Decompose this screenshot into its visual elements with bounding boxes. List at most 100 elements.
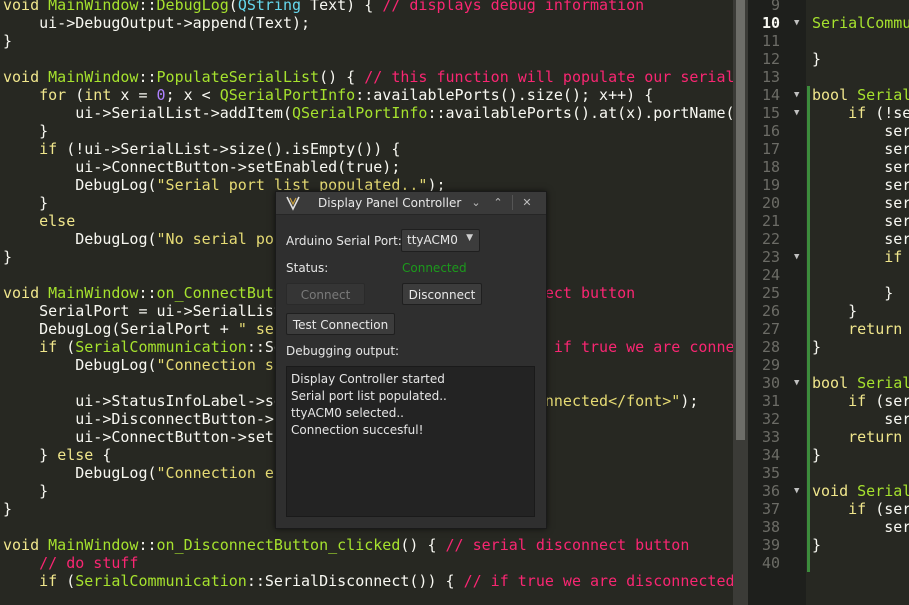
code-line: return false <box>812 428 909 446</box>
code-token: serial <box>884 518 909 536</box>
code-token: } <box>812 50 822 68</box>
code-token: DebugLog( <box>3 230 157 248</box>
code-token: DebugLog( <box>3 356 157 374</box>
code-token: SerialCommunication <box>857 374 909 392</box>
code-line: } <box>3 32 733 50</box>
line-number: 10 <box>761 14 780 32</box>
code-token: :: <box>138 0 157 14</box>
code-line: } <box>812 302 909 320</box>
code-editor-right[interactable]: 9 10 ▼ 11 12 13 14 ▼ 15 ▼ 16 17 18 19 20 21 22 23 ▼ 24 25 26 2… <box>748 0 909 605</box>
code-token: serial <box>884 122 909 140</box>
chevron-down-icon[interactable]: ⌄ <box>468 195 484 210</box>
code-token: if <box>3 140 67 158</box>
code-line: } <box>812 338 909 356</box>
code-line: serial <box>812 230 909 248</box>
code-token: on_DisconnectButton_clicked <box>156 536 401 554</box>
code-line: void MainWindow::PopulateSerialList() { … <box>3 68 733 86</box>
serial-port-label: Arduino Serial Port: <box>286 234 402 248</box>
code-token: } <box>812 446 822 464</box>
code-token: SerialCommunication <box>75 338 247 356</box>
code-token: ( <box>66 572 76 590</box>
fold-arrow-icon[interactable]: ▼ <box>794 104 804 122</box>
debug-line: Connection succesful! <box>291 423 424 437</box>
code-token: MainWindow <box>48 284 139 302</box>
code-line: } <box>812 446 909 464</box>
line-number: 26 <box>761 302 780 320</box>
line-number: 11 <box>761 32 780 50</box>
code-token: :: <box>138 68 157 86</box>
code-line: serial <box>812 410 909 428</box>
code-token: if <box>812 104 876 122</box>
code-token: DebugLog( <box>3 464 157 482</box>
line-number: 39 <box>761 536 780 554</box>
debug-output-textarea[interactable]: Display Controller started Serial port li… <box>286 366 535 517</box>
code-token: if <box>3 572 67 590</box>
window-title: Display Panel Controller <box>318 196 462 210</box>
line-number: 29 <box>761 356 780 374</box>
editor-scrollbar[interactable] <box>733 0 748 605</box>
code-token: else <box>57 446 94 464</box>
code-token: ; x < <box>165 86 220 104</box>
code-token: void <box>812 482 858 500</box>
line-number: 21 <box>761 212 780 230</box>
code-token: return <box>812 428 909 446</box>
code-token: ui->SerialList->addItem( <box>3 104 292 122</box>
code-token: // do stuff <box>3 554 139 572</box>
code-token: MainWindow <box>48 536 139 554</box>
code-token: serial <box>884 176 909 194</box>
code-line: if ( <box>812 248 909 266</box>
code-token: (serial <box>875 392 909 410</box>
line-number: 38 <box>761 518 780 536</box>
debug-line: Display Controller started <box>291 372 445 386</box>
code-token: () { <box>319 68 365 86</box>
code-token: :: <box>138 284 157 302</box>
scrollbar-thumb[interactable] <box>736 0 745 440</box>
code-line: } <box>812 50 909 68</box>
fold-arrow-icon[interactable]: ▼ <box>794 248 804 266</box>
code-line: for (int x = 0; x < QSerialPortInfo::ava… <box>3 86 733 104</box>
code-token: } <box>812 302 858 320</box>
code-token: ( <box>75 86 85 104</box>
code-token: // displays debug information <box>382 0 645 14</box>
line-number: 30 <box>761 374 780 392</box>
code-token: (!serial <box>875 104 909 122</box>
connect-button[interactable]: Connect <box>286 283 365 305</box>
code-token: serial <box>884 230 909 248</box>
code-token: } <box>3 500 13 518</box>
close-icon[interactable]: ✕ <box>519 195 535 210</box>
code-token: serial <box>884 158 909 176</box>
code-token: ui->ConnectButton->setEnabled(true); <box>3 158 401 176</box>
code-token: // if true we are conne <box>526 338 733 356</box>
code-line: serial <box>812 194 909 212</box>
line-number: 19 <box>761 176 780 194</box>
code-line: ui->SerialList->addItem(QSerialPortInfo:… <box>3 104 733 122</box>
code-token: } <box>812 536 822 554</box>
fold-arrow-icon[interactable]: ▼ <box>794 14 804 32</box>
fold-arrow-icon[interactable]: ▼ <box>794 374 804 392</box>
serial-port-select[interactable]: ttyACM0 ▼ <box>401 229 480 252</box>
code-token: () { <box>400 536 446 554</box>
chevron-up-icon[interactable]: ⌃ <box>490 195 506 210</box>
disconnect-button[interactable]: Disconnect <box>402 283 482 305</box>
code-text-right[interactable]: SerialCommunication} bool SerialCommunica… <box>812 0 909 572</box>
code-line: return false <box>812 320 909 338</box>
change-marker-bar <box>807 86 810 572</box>
code-line: // do stuff <box>3 554 733 572</box>
title-separator <box>512 195 513 210</box>
code-line: bool SerialCommunication <box>812 86 909 104</box>
code-token: ::availablePorts().size(); x++) { <box>355 86 654 104</box>
code-token: SerialCommunication <box>812 14 909 32</box>
code-token: MainWindow <box>48 68 139 86</box>
status-label: Status: <box>286 261 329 275</box>
test-connection-button[interactable]: Test Connection <box>286 313 395 335</box>
code-token: 0 <box>156 86 166 104</box>
fold-arrow-icon[interactable]: ▼ <box>794 86 804 104</box>
title-bar[interactable]: Display Panel Controller ⌄ ⌃ ✕ <box>276 192 546 215</box>
code-line: } <box>3 122 733 140</box>
fold-arrow-icon[interactable]: ▼ <box>794 482 804 500</box>
